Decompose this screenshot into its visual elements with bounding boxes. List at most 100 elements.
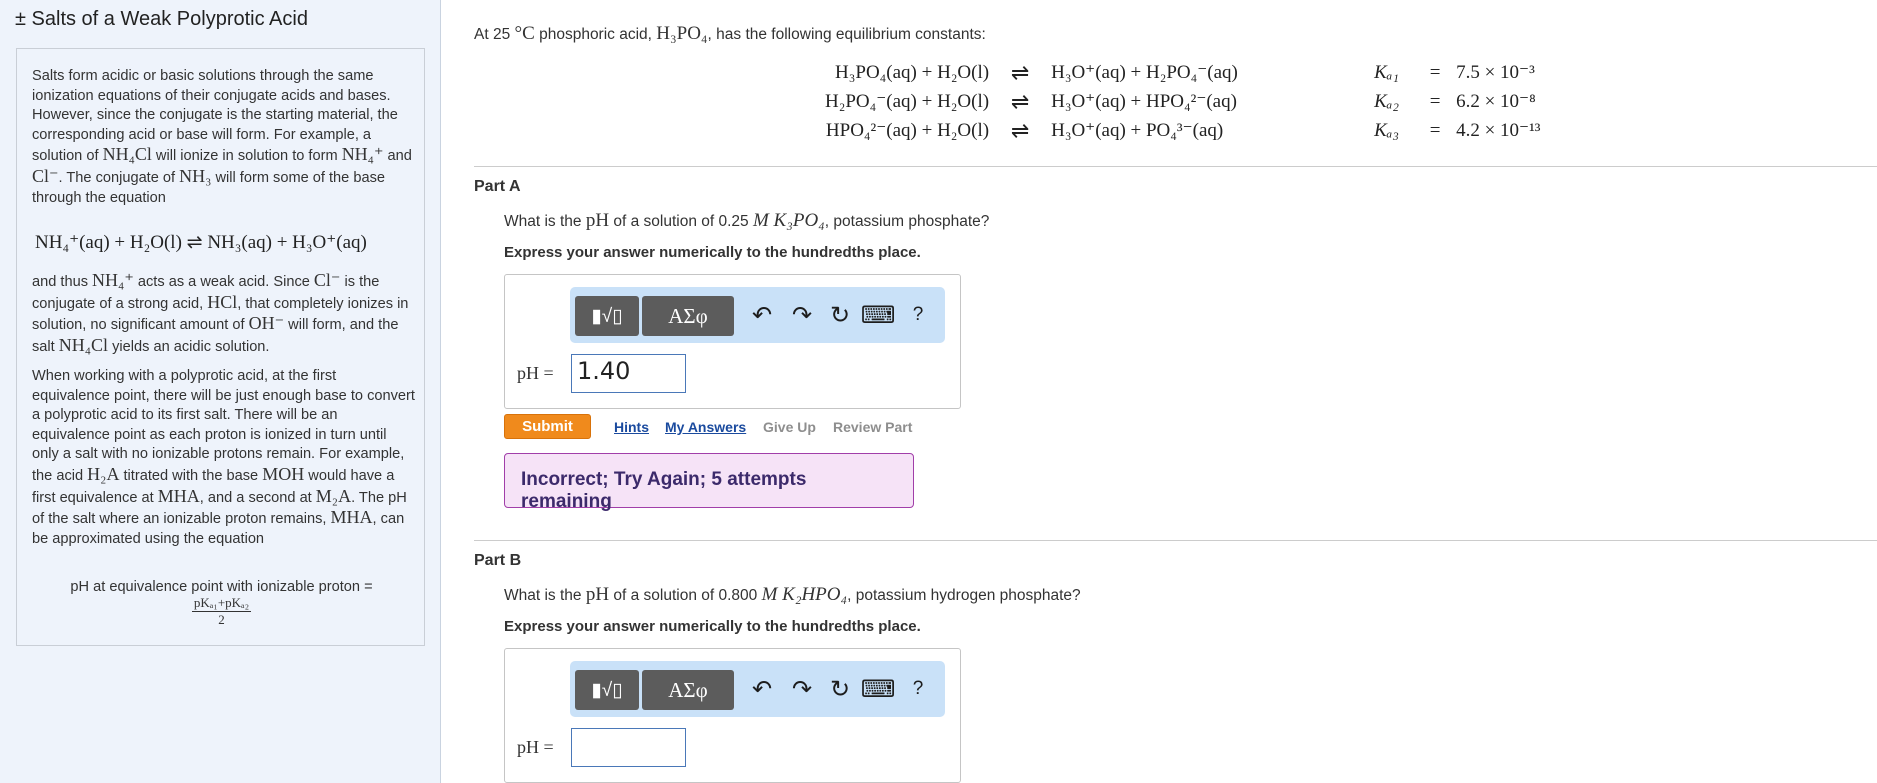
review-part-link[interactable]: Review Part (833, 419, 912, 435)
ka-symbol: Kₐ₃ (1374, 119, 1399, 141)
symbols-button[interactable]: ΑΣφ (642, 296, 734, 336)
reactants: H₃PO₄(aq) + H₂O(l) (835, 61, 990, 83)
separator (474, 540, 1877, 541)
ka-value: 7.5 × 10⁻³ (1456, 62, 1535, 83)
ammonium-equation: NH₄⁺(aq) + H₂O(l) ⇌ NH₃(aq) + H₃O⁺(aq) (35, 232, 367, 253)
feedback-message: Incorrect; Try Again; 5 attempts remaini… (504, 453, 914, 512)
text: , potassium phosphate? (824, 213, 990, 230)
products: H₃O⁺(aq) + PO₄³⁻(aq) (1051, 120, 1224, 141)
part-a-title: Part A (474, 178, 521, 195)
text: . The conjugate of (58, 169, 180, 186)
templates-button[interactable]: ▮√▯ (575, 296, 639, 336)
formula-mha: MHA (157, 485, 200, 506)
keyboard-icon[interactable]: ⌨ (861, 675, 896, 703)
hints-link[interactable]: Hints (614, 419, 649, 435)
formula-nh4cl: NH₄Cl (58, 334, 109, 355)
give-up-link[interactable]: Give Up (763, 419, 816, 435)
ka-value: 4.2 × 10⁻¹³ (1456, 120, 1541, 141)
text: will ionize in solution to form (151, 148, 342, 165)
redo-icon[interactable]: ↷ (788, 675, 816, 703)
intro-paragraph-1: Salts form acidic or basic solutions thr… (32, 67, 417, 208)
ka-value: 6.2 × 10⁻⁸ (1456, 91, 1536, 112)
equilibrium-row: HPO₄²⁻(aq) + H₂O(l) ⇌ H₃O⁺(aq) + PO₄³⁻(aq)… (822, 116, 1543, 145)
equilibrium-row: H₂PO₄⁻(aq) + H₂O(l) ⇌ H₃O⁺(aq) + HPO₄²⁻(aq… (822, 87, 1543, 116)
text: titrated with the base (119, 467, 263, 484)
equals-sign: = (1429, 90, 1441, 112)
formula-nh4: NH₄⁺ (341, 144, 384, 165)
unit-celsius: °C (514, 23, 535, 44)
ka-symbol: Kₐ₂ (1374, 90, 1399, 112)
equilibrium-arrow: ⇌ (1010, 88, 1030, 114)
formula-nh3: NH₃ (179, 165, 212, 186)
products: H₃O⁺(aq) + H₂PO₄⁻(aq) (1051, 62, 1238, 83)
text: of a solution of 0.800 (609, 587, 762, 604)
formula-cl: Cl⁻ (32, 165, 59, 186)
formula-hcl: HCl (207, 291, 238, 312)
ph-fraction: pKₐ₁+pKₐ₂ 2 (191, 595, 252, 628)
text: phosphoric acid, (534, 26, 657, 43)
formula-moh: MOH (262, 463, 305, 484)
keyboard-icon[interactable]: ⌨ (861, 301, 896, 329)
redo-icon[interactable]: ↷ (788, 301, 816, 329)
main-content: At 25 °C phosphoric acid, H₃PO₄, has the… (442, 0, 1877, 783)
formula-h2a: H₂A (87, 463, 120, 484)
ph-answer-input[interactable]: 1.40 (571, 354, 686, 393)
ph-label-text: pH = (517, 363, 554, 383)
ph-label: pH = (517, 737, 554, 758)
formula-mha: MHA (330, 507, 373, 528)
reactants: H₂PO₄⁻(aq) + H₂O(l) (825, 91, 990, 112)
templates-button[interactable]: ▮√▯ (575, 670, 639, 710)
sidebar-title[interactable]: ± Salts of a Weak Polyprotic Acid (15, 8, 308, 31)
reactants: HPO₄²⁻(aq) + H₂O(l) (825, 120, 990, 141)
reset-icon[interactable]: ↻ (826, 301, 854, 329)
symbols-button[interactable]: ΑΣφ (642, 670, 734, 710)
ph-answer-input[interactable] (571, 728, 686, 767)
text: , and a second at (199, 489, 316, 506)
ph-equation: pH at equivalence point with ionizable p… (17, 579, 426, 628)
undo-icon[interactable]: ↶ (748, 675, 776, 703)
separator (474, 166, 1877, 167)
submit-button[interactable]: Submit (504, 414, 591, 439)
reset-icon[interactable]: ↻ (826, 675, 854, 703)
problem-intro: At 25 °C phosphoric acid, H₃PO₄, has the… (474, 23, 986, 45)
text: , potassium hydrogen phosphate? (847, 587, 1081, 604)
ph-symbol: pH (585, 210, 610, 231)
formula-k3po4: M K₃PO₄ (752, 210, 825, 231)
formula-nh4cl: NH₄Cl (102, 144, 152, 165)
intro-box: Salts form acidic or basic solutions thr… (16, 48, 425, 646)
equals-sign: = (1429, 119, 1441, 141)
text: acts as a weak acid. Since (133, 274, 314, 290)
formula-m2a: M₂A (315, 485, 352, 506)
ka-symbol: Kₐ₁ (1374, 61, 1399, 83)
help-icon[interactable]: ? (904, 301, 932, 329)
help-icon[interactable]: ? (904, 675, 932, 703)
intro-paragraph-2: and thus NH₄⁺ acts as a weak acid. Since… (32, 270, 417, 357)
fraction-numerator: pKₐ₁+pKₐ₂ (191, 595, 252, 612)
ph-equation-label: pH at equivalence point with ionizable p… (70, 579, 373, 595)
formula-k2hpo4: M K₂HPO₄ (761, 584, 848, 605)
my-answers-link[interactable]: My Answers (665, 419, 746, 435)
equilibrium-table: H₃PO₄(aq) + H₂O(l) ⇌ H₃O⁺(aq) + H₂PO₄⁻(aq)… (822, 58, 1543, 145)
math-toolbar: ▮√▯ ΑΣφ ↶ ↷ ↻ ⌨ ? (570, 287, 945, 343)
equilibrium-row: H₃PO₄(aq) + H₂O(l) ⇌ H₃O⁺(aq) + H₂PO₄⁻(aq)… (822, 58, 1543, 87)
text: and (383, 148, 412, 165)
text: At 25 (474, 26, 515, 43)
undo-icon[interactable]: ↶ (748, 301, 776, 329)
sidebar: ± Salts of a Weak Polyprotic Acid Salts … (0, 0, 441, 783)
equilibrium-arrow: ⇌ (1010, 59, 1030, 85)
text: and thus (32, 274, 93, 290)
part-a-question: What is the pH of a solution of 0.25 M K… (504, 210, 989, 232)
text: of a solution of 0.25 (609, 213, 753, 230)
equilibrium-arrow: ⇌ (1010, 117, 1030, 143)
part-b-title: Part B (474, 552, 522, 569)
part-a-answer-box: ▮√▯ ΑΣφ ↶ ↷ ↻ ⌨ ? pH = 1.40 (504, 274, 961, 409)
formula-nh4: NH₄⁺ (92, 270, 134, 290)
part-b-answer-box: ▮√▯ ΑΣφ ↶ ↷ ↻ ⌨ ? pH = (504, 648, 961, 783)
part-b-instructions: Express your answer numerically to the h… (504, 618, 921, 635)
part-b-question: What is the pH of a solution of 0.800 M … (504, 584, 1081, 606)
formula-cl: Cl⁻ (313, 270, 341, 290)
math-toolbar: ▮√▯ ΑΣφ ↶ ↷ ↻ ⌨ ? (570, 661, 945, 717)
part-a-instructions: Express your answer numerically to the h… (504, 244, 921, 261)
ph-label-text: pH = (517, 737, 554, 757)
text: yields an acidic solution. (108, 338, 270, 355)
